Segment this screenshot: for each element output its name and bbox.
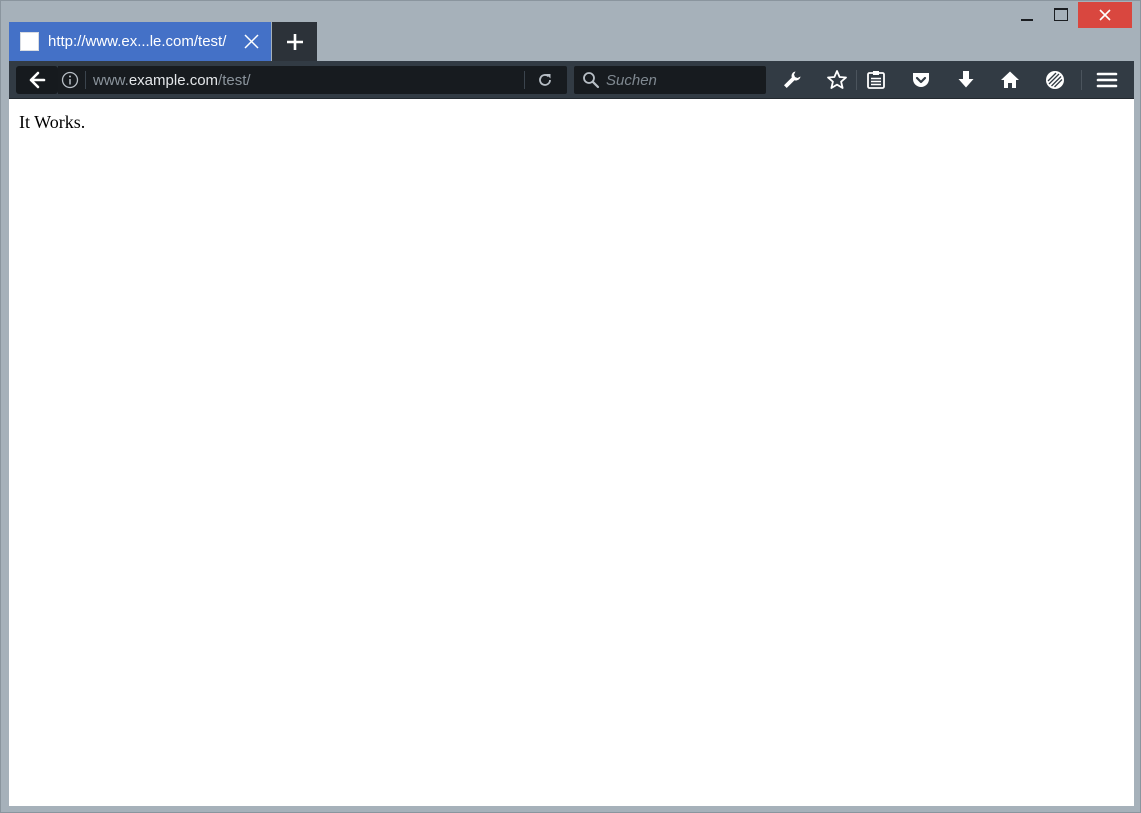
developer-tools-button[interactable] xyxy=(779,67,805,93)
tab-active[interactable]: http://www.ex...le.com/test/ xyxy=(9,22,271,61)
search-icon xyxy=(583,72,600,89)
search-bar[interactable] xyxy=(574,66,766,94)
reload-divider xyxy=(524,71,525,89)
download-arrow-icon xyxy=(958,71,974,88)
home-icon xyxy=(1001,71,1019,88)
bookmark-button[interactable] xyxy=(824,67,850,93)
open-menu-button[interactable] xyxy=(1094,67,1120,93)
navigation-toolbar: www.example.com/test/ xyxy=(9,61,1134,99)
new-tab-button[interactable] xyxy=(272,22,317,61)
toolbar-divider xyxy=(856,70,857,90)
back-button[interactable] xyxy=(16,66,58,94)
sync-button[interactable] xyxy=(1042,67,1068,93)
close-icon xyxy=(1099,9,1111,21)
sync-icon xyxy=(1046,71,1064,89)
pocket-button[interactable] xyxy=(908,67,934,93)
url-divider xyxy=(85,71,86,89)
browser-window: http://www.ex...le.com/test/ www.example… xyxy=(0,0,1141,813)
home-button[interactable] xyxy=(997,67,1023,93)
bookmarks-menu-button[interactable] xyxy=(863,67,889,93)
url-path: /test/ xyxy=(218,72,251,89)
page-content: It Works. xyxy=(9,99,1134,806)
plus-icon xyxy=(286,33,303,50)
url-host: example.com xyxy=(128,72,219,89)
close-window-button[interactable] xyxy=(1078,2,1132,28)
minimize-button[interactable] xyxy=(1011,2,1043,27)
info-icon[interactable] xyxy=(60,70,80,90)
arrow-left-icon xyxy=(29,71,46,89)
toolbar-divider-menu xyxy=(1081,70,1082,90)
search-input[interactable] xyxy=(606,69,756,91)
tab-close-icon[interactable] xyxy=(243,33,260,50)
url-prefix: www. xyxy=(93,72,129,89)
tab-title: http://www.ex...le.com/test/ xyxy=(48,33,227,50)
page-body-text: It Works. xyxy=(19,112,86,132)
bookmarks-list-icon xyxy=(867,71,885,89)
hamburger-menu-icon xyxy=(1096,72,1118,88)
wrench-icon xyxy=(784,71,801,88)
maximize-button[interactable] xyxy=(1045,2,1077,27)
url-text[interactable]: www.example.com/test/ xyxy=(93,72,251,89)
reload-icon[interactable] xyxy=(536,71,554,89)
downloads-button[interactable] xyxy=(953,67,979,93)
favicon-icon xyxy=(20,32,39,51)
pocket-icon xyxy=(913,73,929,87)
url-bar[interactable]: www.example.com/test/ xyxy=(58,66,567,94)
star-icon xyxy=(827,70,847,89)
